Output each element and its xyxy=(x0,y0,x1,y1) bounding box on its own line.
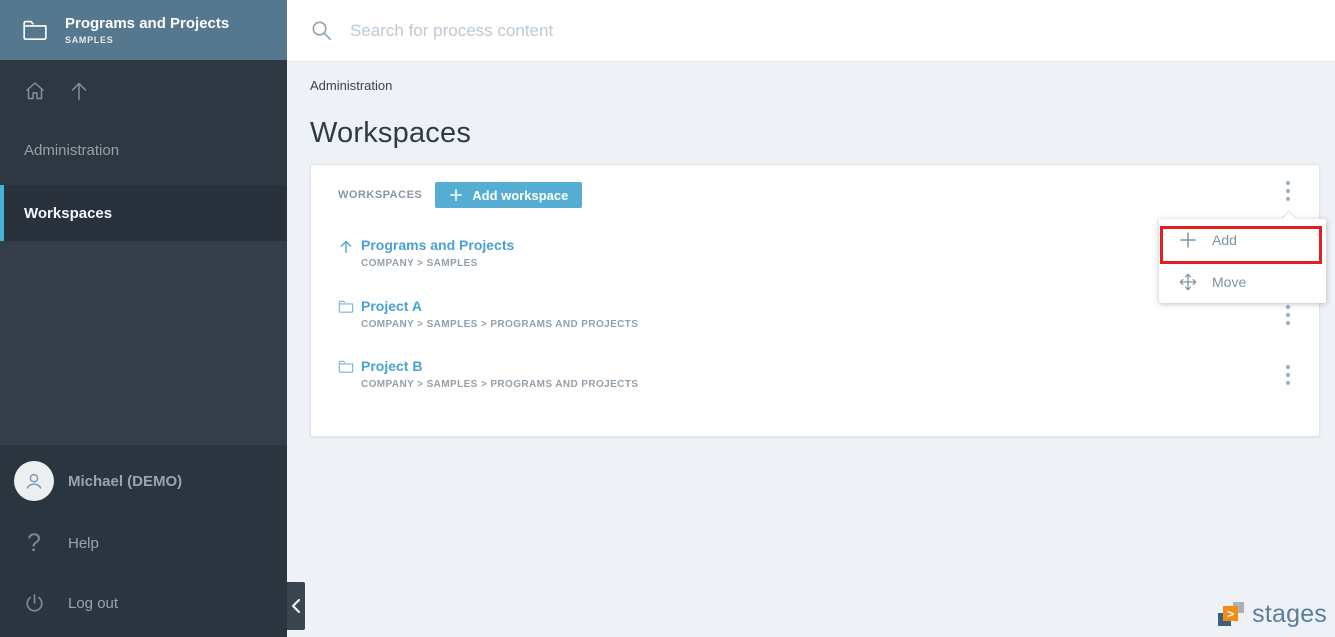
search-input[interactable] xyxy=(348,20,852,42)
workspace-title: Programs and Projects xyxy=(65,15,229,33)
logout-button[interactable]: Log out xyxy=(14,589,118,617)
workspace-path: COMPANY > SAMPLES xyxy=(361,258,514,269)
folder-icon xyxy=(22,19,48,41)
workspace-path: COMPANY > SAMPLES > PROGRAMS AND PROJECT… xyxy=(361,319,638,330)
kebab-menu-icon[interactable] xyxy=(1277,179,1299,203)
menu-item-add[interactable]: Add xyxy=(1159,219,1326,261)
menu-item-move[interactable]: Move xyxy=(1159,261,1326,303)
workspace-list-item: Project A COMPANY > SAMPLES > PROGRAMS A… xyxy=(338,298,638,330)
kebab-menu-icon[interactable] xyxy=(1277,303,1299,327)
search-icon[interactable] xyxy=(310,19,333,42)
card-section-label: WORKSPACES xyxy=(338,189,422,201)
content-area: Administration Workspaces WORKSPACES Add… xyxy=(287,62,1335,637)
move-icon xyxy=(1179,273,1197,291)
help-label: Help xyxy=(68,535,99,552)
context-menu: Add Move xyxy=(1159,219,1326,303)
search-bar xyxy=(287,0,1335,62)
sidebar-bottom-zone: Michael (DEMO) ? Help Log out xyxy=(0,445,287,637)
up-arrow-icon xyxy=(338,237,354,269)
workspace-list-item: Programs and Projects COMPANY > SAMPLES xyxy=(338,237,514,269)
workspace-link[interactable]: Project B xyxy=(361,358,638,374)
sidebar: Programs and Projects SAMPLES Administra… xyxy=(0,0,287,637)
avatar xyxy=(14,461,54,501)
breadcrumb[interactable]: Administration xyxy=(310,78,1335,93)
workspace-link[interactable]: Programs and Projects xyxy=(361,237,514,253)
workspace-path: COMPANY > SAMPLES > PROGRAMS AND PROJECT… xyxy=(361,379,638,390)
kebab-menu-icon[interactable] xyxy=(1277,363,1299,387)
main-area: Administration Workspaces WORKSPACES Add… xyxy=(287,0,1335,637)
sidebar-item-administration[interactable]: Administration xyxy=(24,142,119,159)
plus-icon xyxy=(449,188,463,202)
user-menu[interactable]: Michael (DEMO) xyxy=(14,461,182,501)
stages-logo-icon: > xyxy=(1218,601,1245,628)
sidebar-top-zone: Administration xyxy=(0,60,287,185)
user-name: Michael (DEMO) xyxy=(68,473,182,490)
help-button[interactable]: ? Help xyxy=(14,529,99,557)
sidebar-item-label: Workspaces xyxy=(24,205,112,222)
sidebar-collapse-button[interactable] xyxy=(287,582,305,630)
logo-chevron-icon: > xyxy=(1223,606,1238,621)
stages-logo-text: stages xyxy=(1252,600,1327,629)
menu-item-label: Move xyxy=(1212,274,1246,290)
workspace-list-item: Project B COMPANY > SAMPLES > PROGRAMS A… xyxy=(338,358,638,390)
plus-icon xyxy=(1179,231,1197,249)
workspace-subtitle: SAMPLES xyxy=(65,35,229,45)
menu-item-label: Add xyxy=(1212,232,1237,248)
add-workspace-label: Add workspace xyxy=(472,188,568,203)
page-title: Workspaces xyxy=(310,117,1335,150)
home-icon[interactable] xyxy=(23,79,47,103)
stages-logo: > stages xyxy=(1218,600,1327,629)
add-workspace-button[interactable]: Add workspace xyxy=(435,182,582,208)
help-icon: ? xyxy=(14,531,54,556)
chevron-left-icon xyxy=(291,599,301,613)
current-workspace-header[interactable]: Programs and Projects SAMPLES xyxy=(0,0,287,60)
logout-label: Log out xyxy=(68,595,118,612)
power-icon xyxy=(14,592,54,615)
up-level-icon[interactable] xyxy=(67,79,91,103)
workspace-link[interactable]: Project A xyxy=(361,298,638,314)
folder-icon xyxy=(338,298,354,330)
folder-icon xyxy=(338,358,354,390)
sidebar-item-workspaces[interactable]: Workspaces xyxy=(0,185,287,241)
